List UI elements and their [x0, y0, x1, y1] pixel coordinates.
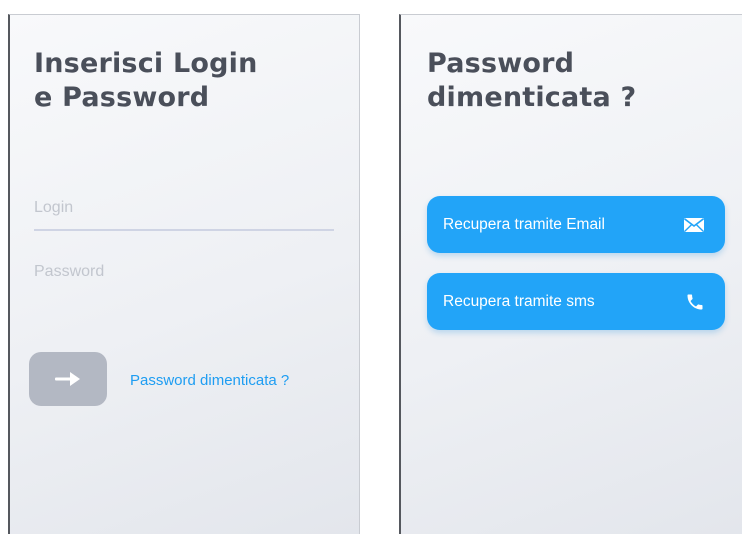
login-title-line1: Inserisci Login — [34, 48, 258, 79]
recover-email-button[interactable]: Recupera tramite Email — [427, 196, 725, 253]
login-underline — [34, 229, 334, 231]
password-input[interactable] — [34, 255, 334, 289]
login-title-line2: e Password — [34, 82, 210, 113]
recovery-title-line2: dimenticata ? — [427, 82, 637, 113]
recovery-title-line1: Password — [427, 48, 575, 79]
recover-email-label: Recupera tramite Email — [443, 215, 605, 233]
arrow-right-icon — [55, 372, 81, 386]
login-field-wrapper — [34, 191, 334, 225]
login-input[interactable] — [34, 191, 334, 225]
login-title: Inserisci Login e Password — [34, 47, 258, 115]
recovery-title: Password dimenticata ? — [427, 47, 636, 115]
recovery-screen: Password dimenticata ? Recupera tramite … — [399, 14, 742, 534]
recover-sms-label: Recupera tramite sms — [443, 292, 595, 310]
forgot-password-link[interactable]: Password dimenticata ? — [130, 372, 289, 389]
login-screen: Inserisci Login e Password Password dime… — [8, 14, 360, 534]
password-field-wrapper — [34, 255, 334, 289]
recover-sms-button[interactable]: Recupera tramite sms — [427, 273, 725, 330]
phone-icon — [685, 292, 705, 312]
login-submit-button[interactable] — [29, 352, 107, 406]
envelope-icon — [683, 217, 705, 233]
